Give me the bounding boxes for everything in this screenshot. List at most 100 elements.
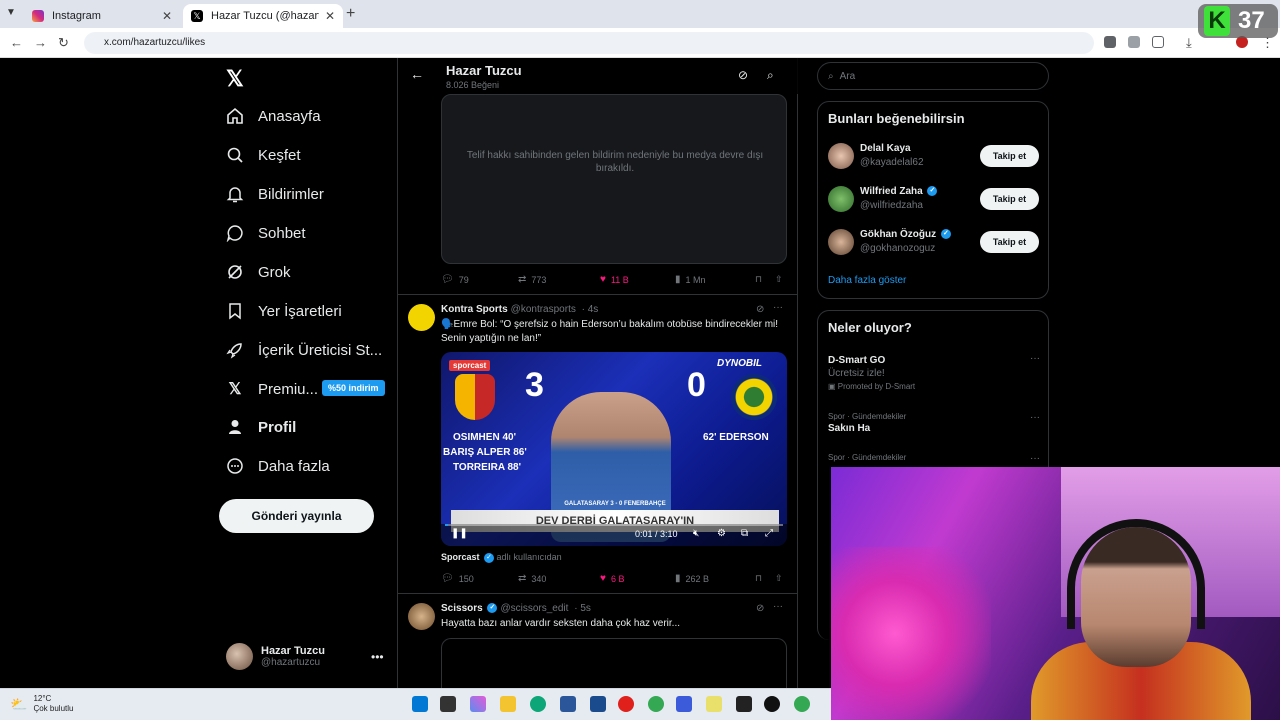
edge-icon[interactable] (530, 696, 546, 712)
copilot-icon[interactable] (470, 696, 486, 712)
nav-label: Premiu... (258, 380, 319, 398)
account-switcher[interactable]: Hazar Tuzcu @hazartuzcu (226, 643, 325, 670)
capcut-icon[interactable] (736, 696, 752, 712)
nav-creator-studio[interactable]: İçerik Üreticisi St... (226, 341, 382, 359)
more-dots-icon[interactable]: ··· (773, 302, 783, 313)
trend-item[interactable]: Spor · Gündemdekiler ··· (828, 453, 1040, 464)
video-source[interactable]: Sporcast ✓ adlı kullanıcıdan (441, 552, 562, 563)
nav-label: Keşfet (258, 146, 301, 164)
chrome-icon[interactable] (648, 696, 664, 712)
weather-widget[interactable]: ⛅ 12°C Çok bulutlu (10, 694, 73, 714)
forward-icon[interactable]: → (34, 35, 47, 50)
trend-item[interactable]: D-Smart GO Ücretsiz izle! ▣ Promoted by … (828, 353, 1040, 391)
mute-icon[interactable]: 🔇︎ (693, 528, 699, 539)
app-icon[interactable] (706, 696, 722, 712)
reply-button[interactable]: 💬︎ 150 (441, 573, 518, 584)
opera-icon[interactable] (618, 696, 634, 712)
bookmark-icon[interactable]: ⊓ (755, 573, 775, 584)
windows-start-icon[interactable] (412, 696, 428, 712)
close-tab-icon[interactable]: ✕ (162, 9, 172, 23)
like-button[interactable]: ♥ 11 B (600, 274, 675, 285)
post-author[interactable]: Kontra Sports @kontrasports · 4s (441, 304, 598, 315)
extension-icon[interactable] (1128, 36, 1140, 48)
promoted-icon: ▣ (828, 382, 836, 391)
share-icon[interactable]: ⇧ (775, 573, 783, 584)
nav-chat[interactable]: Sohbet (226, 224, 306, 242)
grok-icon (226, 263, 244, 281)
bell-icon (226, 185, 244, 203)
reload-icon[interactable]: ↻ (58, 35, 69, 51)
suggestion-item[interactable]: Delal Kaya @kayadelal62 Takip et (828, 141, 1040, 171)
download-icon[interactable]: ⤓ (1186, 35, 1192, 51)
extension-icon[interactable] (1104, 36, 1116, 48)
tab-x-profile[interactable]: 𝕏 Hazar Tuzcu (@hazartuzcu) adlı ✕ (183, 4, 343, 28)
url-field[interactable]: x.com/hazartuzcu/likes (84, 32, 1094, 54)
follow-button[interactable]: Takip et (980, 231, 1039, 253)
suggestion-item[interactable]: Gökhan Özoğuz ✓ @gokhanozoguz Takip et (828, 227, 1040, 257)
x-logo-icon[interactable]: 𝕏 (226, 66, 244, 92)
like-button[interactable]: ♥ 6 B (600, 573, 675, 584)
back-icon[interactable]: ← (10, 35, 23, 50)
chrome-icon[interactable] (794, 696, 810, 712)
show-more-link[interactable]: Daha fazla göster (828, 275, 906, 286)
more-dots-icon[interactable]: ••• (371, 650, 384, 664)
settings-gear-icon[interactable]: ⚙ (717, 528, 726, 539)
bookmark-icon[interactable]: ⊓ (755, 274, 775, 285)
video-player[interactable]: sporcast 3 0 DYNOBIL OSIMHEN 40' BARIŞ A… (441, 352, 787, 546)
share-icon[interactable]: ⇧ (775, 274, 783, 285)
new-tab-button[interactable]: + (346, 5, 355, 23)
pause-icon[interactable]: ❚❚ (451, 528, 468, 539)
grok-icon[interactable]: ⊘ (738, 68, 748, 82)
nav-grok[interactable]: Grok (226, 263, 291, 281)
repost-button[interactable]: ⇄ 340 (518, 573, 600, 584)
post-author[interactable]: Scissors ✓ @scissors_edit · 5s (441, 603, 591, 614)
views-button[interactable]: ▮ 1 Mn (675, 274, 755, 285)
search-icon[interactable]: ⌕ (767, 68, 774, 83)
follow-button[interactable]: Takip et (980, 145, 1039, 167)
media-disabled-notice: Telif hakkı sahibinden gelen bildirim ne… (466, 150, 764, 174)
fullscreen-icon[interactable]: ⤢ (765, 528, 773, 539)
app-icon[interactable] (590, 696, 606, 712)
view-count: 1 Mn (685, 274, 706, 285)
video-progress-bar[interactable] (445, 524, 783, 526)
app-icon[interactable] (676, 696, 692, 712)
trend-item[interactable]: Spor · Gündemdekiler Sakın Ha ··· (828, 412, 1040, 434)
pip-icon[interactable]: ⧉ (741, 528, 748, 539)
grok-icon[interactable]: ⊘ (756, 603, 764, 614)
premium-discount-badge[interactable]: %50 indirim (322, 380, 385, 396)
repost-button[interactable]: ⇄ 773 (518, 274, 600, 285)
like-count: 11 B (610, 274, 629, 285)
close-tab-icon[interactable]: ✕ (325, 9, 335, 23)
more-dots-icon[interactable]: ··· (1030, 453, 1040, 464)
trend-title: D-Smart GO (828, 355, 886, 366)
back-arrow-icon[interactable]: ← (410, 66, 424, 82)
task-view-icon[interactable] (440, 696, 456, 712)
file-explorer-icon[interactable] (500, 696, 516, 712)
tab-search-icon[interactable]: ▼ (6, 7, 16, 18)
more-dots-icon[interactable]: ··· (1030, 353, 1040, 364)
avatar[interactable] (408, 304, 435, 331)
nav-bookmarks[interactable]: Yer İşaretleri (226, 302, 342, 320)
extensions-puzzle-icon[interactable] (1152, 36, 1164, 48)
suggestion-item[interactable]: Wilfried Zaha ✓ @wilfriedzaha Takip et (828, 184, 1040, 214)
suggestion-handle: @kayadelal62 (860, 157, 924, 168)
search-input[interactable]: ⌕ Ara (817, 62, 1049, 90)
grok-icon[interactable]: ⊘ (756, 304, 764, 315)
nav-home[interactable]: Anasayfa (226, 107, 321, 125)
media-player-icon[interactable] (764, 696, 780, 712)
store-icon[interactable] (560, 696, 576, 712)
reply-button[interactable]: 💬︎ 79 (441, 274, 518, 285)
follow-button[interactable]: Takip et (980, 188, 1039, 210)
post-button[interactable]: Gönderi yayınla (219, 499, 374, 533)
more-dots-icon[interactable]: ··· (1030, 412, 1040, 423)
nav-premium[interactable]: 𝕏 Premiu... (226, 380, 319, 399)
tab-instagram[interactable]: Instagram ✕ (24, 4, 180, 28)
avatar[interactable] (408, 603, 435, 630)
nav-profile[interactable]: Profil (226, 418, 296, 436)
more-dots-icon[interactable]: ··· (773, 601, 783, 612)
nav-explore[interactable]: Keşfet (226, 146, 301, 164)
instagram-icon (32, 10, 44, 22)
views-button[interactable]: ▮ 262 B (675, 573, 755, 584)
nav-notifications[interactable]: Bildirimler (226, 185, 324, 203)
nav-more[interactable]: Daha fazla (226, 457, 330, 475)
